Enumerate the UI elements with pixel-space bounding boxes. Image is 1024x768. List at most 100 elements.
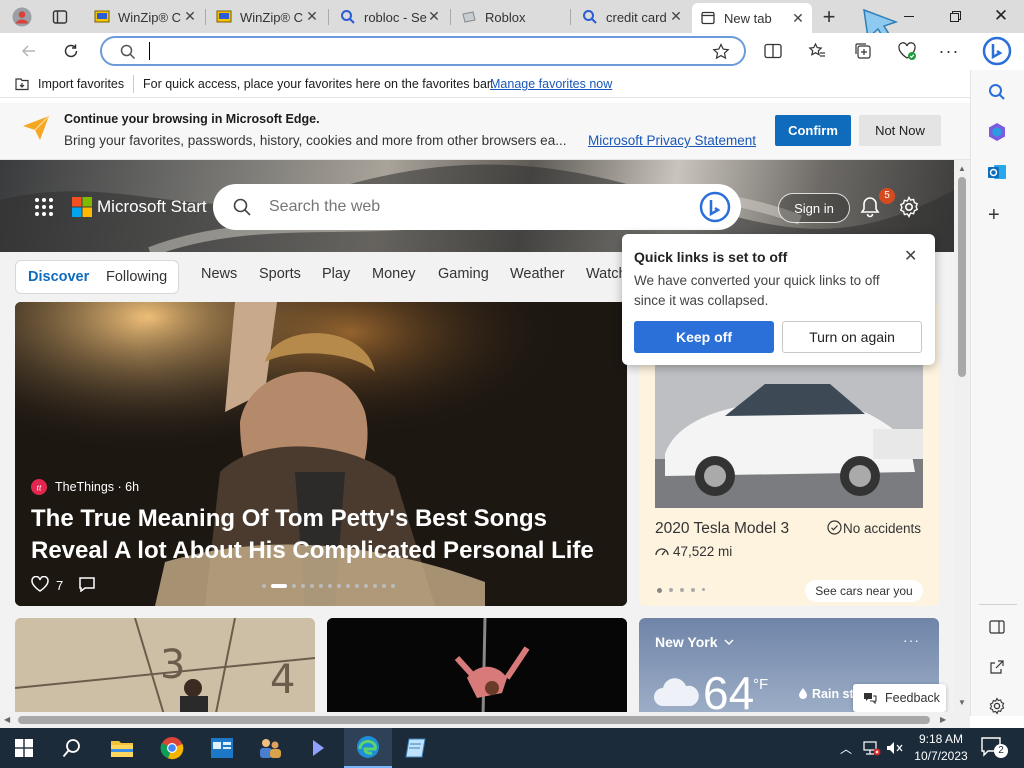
restore-button[interactable] bbox=[932, 0, 978, 32]
close-window-button[interactable]: ✕ bbox=[978, 0, 1024, 32]
outlook-icon[interactable] bbox=[987, 162, 1007, 182]
page-settings-button[interactable] bbox=[898, 196, 920, 218]
scroll-left-icon[interactable]: ◀ bbox=[4, 715, 10, 724]
copilot-button[interactable] bbox=[980, 34, 1014, 68]
close-icon[interactable]: ✕ bbox=[668, 8, 684, 24]
network-icon[interactable] bbox=[863, 740, 881, 756]
tab-search-robloc[interactable]: robloc - Se ✕ bbox=[332, 4, 448, 30]
story-card-3[interactable]: 3 4 bbox=[15, 618, 315, 716]
back-button[interactable] bbox=[16, 38, 42, 64]
microsoft365-icon[interactable] bbox=[987, 122, 1007, 142]
apps-launcher-button[interactable] bbox=[34, 197, 54, 217]
tab-winzip-1[interactable]: WinZip® C ✕ bbox=[86, 4, 204, 30]
weather-unit[interactable]: °F bbox=[753, 676, 768, 693]
car-title[interactable]: 2020 Tesla Model 3 bbox=[655, 520, 789, 538]
open-external-icon[interactable] bbox=[989, 659, 1005, 675]
minimize-button[interactable] bbox=[886, 0, 932, 32]
vertical-scrollbar[interactable]: ▲ ▼ bbox=[954, 160, 970, 716]
taskbar-media-app[interactable] bbox=[294, 728, 342, 768]
tab-roblox[interactable]: Roblox bbox=[453, 4, 568, 30]
see-cars-button[interactable]: See cars near you bbox=[805, 580, 923, 602]
svg-text:4: 4 bbox=[270, 657, 295, 703]
import-favorites-button[interactable]: Import favorites bbox=[38, 77, 124, 91]
tab-following[interactable]: Following bbox=[106, 269, 167, 285]
story-headline[interactable]: The True Meaning Of Tom Petty's Best Son… bbox=[31, 503, 611, 567]
confirm-button[interactable]: Confirm bbox=[775, 115, 851, 146]
new-tab-button[interactable]: + bbox=[816, 4, 842, 30]
nav-news[interactable]: News bbox=[201, 266, 237, 282]
gear-icon[interactable] bbox=[988, 697, 1006, 715]
address-input[interactable] bbox=[154, 41, 694, 61]
horizontal-scrollbar[interactable]: ◀ ▶ bbox=[0, 712, 970, 728]
taskbar-chrome[interactable] bbox=[148, 728, 196, 768]
volume-muted-icon[interactable] bbox=[886, 740, 904, 756]
privacy-statement-link[interactable]: Microsoft Privacy Statement bbox=[588, 133, 756, 148]
nav-play[interactable]: Play bbox=[322, 266, 350, 282]
chevron-up-icon[interactable]: ︿ bbox=[840, 740, 852, 757]
refresh-button[interactable] bbox=[58, 38, 84, 64]
scroll-down-icon[interactable]: ▼ bbox=[958, 698, 966, 707]
feed-toggle: Discover Following bbox=[15, 260, 179, 294]
taskbar-app-window[interactable] bbox=[198, 728, 246, 768]
scroll-up-icon[interactable]: ▲ bbox=[958, 164, 966, 173]
close-icon[interactable]: ✕ bbox=[426, 8, 442, 24]
tab-winzip-2[interactable]: WinZip® C ✕ bbox=[208, 4, 326, 30]
tab-discover[interactable]: Discover bbox=[28, 269, 89, 285]
taskbar-edge[interactable] bbox=[344, 728, 392, 768]
web-search-box[interactable]: Search the web bbox=[213, 184, 741, 230]
story-card-4[interactable] bbox=[327, 618, 627, 716]
tab-new-tab[interactable]: New tab ✕ bbox=[692, 3, 812, 33]
action-center-button[interactable]: 2 bbox=[980, 736, 1010, 760]
microsoft-start-brand[interactable]: Microsoft Start bbox=[97, 197, 207, 217]
search-icon[interactable] bbox=[988, 83, 1006, 101]
nav-watch[interactable]: Watch bbox=[586, 266, 627, 282]
address-bar[interactable] bbox=[100, 36, 746, 66]
start-button[interactable] bbox=[0, 728, 48, 768]
nav-money[interactable]: Money bbox=[372, 266, 416, 282]
profile-avatar-button[interactable] bbox=[4, 4, 40, 30]
close-icon[interactable]: ✕ bbox=[304, 8, 320, 24]
weather-city[interactable]: New York bbox=[655, 634, 718, 650]
hero-story-card[interactable]: tt TheThings · 6h The True Meaning Of To… bbox=[15, 302, 627, 606]
add-sidebar-app-icon[interactable]: + bbox=[988, 204, 1000, 227]
close-icon[interactable]: ✕ bbox=[182, 8, 198, 24]
feedback-button[interactable]: Feedback bbox=[853, 684, 946, 712]
comment-icon[interactable] bbox=[78, 576, 96, 592]
clock-time[interactable]: 9:18 AM bbox=[916, 732, 966, 746]
heart-icon[interactable] bbox=[31, 576, 49, 592]
tab-credit-card[interactable]: credit card ✕ bbox=[574, 4, 690, 30]
car-carousel-dots[interactable] bbox=[657, 588, 705, 593]
turn-on-again-button[interactable]: Turn on again bbox=[782, 321, 922, 353]
taskbar-notepad-app[interactable] bbox=[392, 728, 440, 768]
taskbar-search-button[interactable] bbox=[48, 728, 96, 768]
scroll-right-icon[interactable]: ▶ bbox=[940, 715, 946, 724]
clock-date[interactable]: 10/7/2023 bbox=[910, 749, 972, 763]
notifications-button[interactable]: 5 bbox=[860, 188, 895, 218]
chevron-down-icon[interactable] bbox=[724, 638, 734, 646]
bing-chat-icon[interactable] bbox=[699, 191, 731, 223]
taskbar-users-app[interactable] bbox=[246, 728, 294, 768]
keep-off-button[interactable]: Keep off bbox=[634, 321, 774, 353]
weather-more-icon[interactable]: ··· bbox=[903, 632, 920, 648]
browser-essentials-button[interactable] bbox=[894, 38, 920, 64]
sign-in-button[interactable]: Sign in bbox=[778, 193, 850, 223]
manage-favorites-link[interactable]: Manage favorites now bbox=[490, 77, 612, 91]
close-icon[interactable]: ✕ bbox=[904, 246, 917, 266]
nav-sports[interactable]: Sports bbox=[259, 266, 301, 282]
not-now-button[interactable]: Not Now bbox=[859, 115, 941, 146]
collections-button[interactable] bbox=[850, 38, 876, 64]
settings-more-button[interactable]: ··· bbox=[936, 38, 962, 64]
nav-gaming[interactable]: Gaming bbox=[438, 266, 489, 282]
favorite-star-icon[interactable] bbox=[712, 43, 730, 61]
nav-weather[interactable]: Weather bbox=[510, 266, 565, 282]
carousel-indicator[interactable] bbox=[262, 584, 395, 588]
tab-actions-button[interactable] bbox=[46, 4, 74, 30]
scroll-thumb[interactable] bbox=[958, 177, 966, 377]
sidebar-toggle-icon[interactable] bbox=[989, 620, 1005, 634]
split-screen-button[interactable] bbox=[760, 38, 786, 64]
close-icon[interactable]: ✕ bbox=[790, 10, 806, 26]
taskbar-file-explorer[interactable] bbox=[98, 728, 146, 768]
feedback-label: Feedback bbox=[885, 691, 940, 705]
favorites-button[interactable] bbox=[804, 38, 830, 64]
scroll-thumb[interactable] bbox=[18, 716, 930, 724]
